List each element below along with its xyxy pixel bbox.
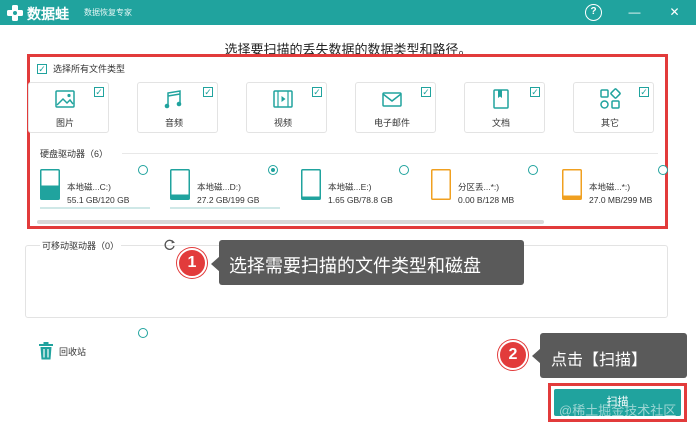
step-1-text: 选择需要扫描的文件类型和磁盘 — [229, 256, 481, 276]
file-type-email[interactable]: ✓ 电子邮件 — [355, 82, 436, 133]
drive-item[interactable]: 本地磁...D:) 27.2 GB/199 GB — [170, 167, 282, 211]
file-type-audio[interactable]: ✓ 音频 — [137, 82, 218, 133]
other-checkbox[interactable]: ✓ — [639, 87, 649, 97]
step-1-pointer — [211, 256, 220, 272]
drive-name: 本地磁...E:) — [328, 182, 372, 192]
drive-size: 55.1 GB/120 GB — [67, 195, 130, 205]
app-window: 数据蛙 数据恢复专家 ? — ✕ 选择要扫描的丢失数据的数据类型和路径。 ✓ 选… — [0, 0, 696, 425]
drive-icon — [301, 169, 321, 200]
drive-underline — [40, 207, 150, 209]
drive-size: 27.0 MB/299 MB — [589, 195, 653, 205]
hard-drives-label: 硬盘驱动器（6） — [40, 149, 109, 159]
close-button[interactable]: ✕ — [666, 4, 683, 21]
video-checkbox[interactable]: ✓ — [312, 87, 322, 97]
drive-item[interactable]: 分区丢...*:) 0.00 B/128 MB — [431, 167, 543, 211]
trash-icon — [39, 342, 53, 360]
step-2-text: 点击【扫描】 — [551, 352, 648, 369]
select-all-file-types[interactable]: ✓ 选择所有文件类型 — [37, 62, 125, 75]
document-checkbox[interactable]: ✓ — [530, 87, 540, 97]
drive-name: 分区丢...*:) — [458, 182, 500, 192]
recycle-bin-label: 回收站 — [59, 346, 87, 357]
select-all-checkbox[interactable]: ✓ — [37, 63, 47, 74]
file-type-video[interactable]: ✓ 视频 — [246, 82, 327, 133]
file-type-label: 图片 — [55, 118, 74, 128]
drive-item[interactable]: 本地磁...C:) 55.1 GB/120 GB — [40, 167, 152, 211]
file-type-label: 文档 — [491, 118, 510, 128]
other-icon — [600, 88, 621, 109]
drive-name: 本地磁...D:) — [197, 182, 241, 192]
drive-radio[interactable] — [528, 165, 538, 175]
title-bar: 数据蛙 数据恢复专家 ? — ✕ — [0, 0, 696, 25]
file-type-label: 电子邮件 — [373, 118, 410, 128]
removable-drives-label: 可移动驱动器（0） — [40, 239, 122, 252]
drives-horizontal-scrollbar[interactable] — [37, 220, 544, 224]
drive-name: 本地磁...*:) — [589, 182, 631, 192]
drive-size: 27.2 GB/199 GB — [197, 195, 260, 205]
hard-drives-divider — [122, 153, 658, 154]
drive-radio[interactable] — [658, 165, 668, 175]
image-icon — [55, 90, 75, 108]
file-type-image[interactable]: ✓ 图片 — [28, 82, 109, 133]
file-type-other[interactable]: ✓ 其它 — [573, 82, 654, 133]
email-checkbox[interactable]: ✓ — [421, 87, 431, 97]
drive-radio[interactable] — [399, 165, 409, 175]
app-name: 数据蛙 — [27, 6, 69, 22]
recycle-radio[interactable] — [138, 328, 148, 338]
document-icon — [493, 89, 509, 109]
video-icon — [273, 90, 293, 108]
drive-radio-selected[interactable] — [268, 165, 278, 175]
partition-icon — [562, 169, 582, 200]
drive-radio[interactable] — [138, 165, 148, 175]
audio-icon — [164, 90, 182, 109]
step-1-badge: 1 — [177, 248, 207, 278]
drive-underline — [170, 207, 280, 209]
app-logo-icon — [7, 5, 23, 21]
step-1-callout: 选择需要扫描的文件类型和磁盘 — [219, 240, 524, 285]
select-all-label: 选择所有文件类型 — [53, 64, 126, 74]
partition-icon — [431, 169, 451, 200]
drive-icon — [40, 169, 60, 200]
drive-icon — [170, 169, 190, 200]
drive-item[interactable]: 本地磁...*:) 27.0 MB/299 MB — [562, 167, 674, 211]
app-subtitle: 数据恢复专家 — [84, 8, 132, 17]
minimize-button[interactable]: — — [626, 4, 643, 21]
recycle-bin[interactable]: 回收站 — [38, 342, 86, 360]
file-type-label: 其它 — [600, 118, 619, 128]
file-type-label: 视频 — [273, 118, 292, 128]
step-2-callout: 点击【扫描】 — [540, 333, 687, 378]
drive-size: 1.65 GB/78.8 GB — [328, 195, 393, 205]
file-type-label: 音频 — [164, 118, 183, 128]
watermark: @稀土掘金技术社区 — [559, 403, 677, 418]
file-type-document[interactable]: ✓ 文档 — [464, 82, 545, 133]
drive-name: 本地磁...C:) — [67, 182, 111, 192]
image-checkbox[interactable]: ✓ — [94, 87, 104, 97]
refresh-icon[interactable] — [163, 238, 176, 251]
email-icon — [382, 92, 402, 107]
help-button[interactable]: ? — [585, 4, 602, 21]
step-2-badge: 2 — [498, 340, 528, 370]
drive-size: 0.00 B/128 MB — [458, 195, 515, 205]
audio-checkbox[interactable]: ✓ — [203, 87, 213, 97]
step-2-pointer — [532, 348, 541, 364]
drive-item[interactable]: 本地磁...E:) 1.65 GB/78.8 GB — [301, 167, 413, 211]
